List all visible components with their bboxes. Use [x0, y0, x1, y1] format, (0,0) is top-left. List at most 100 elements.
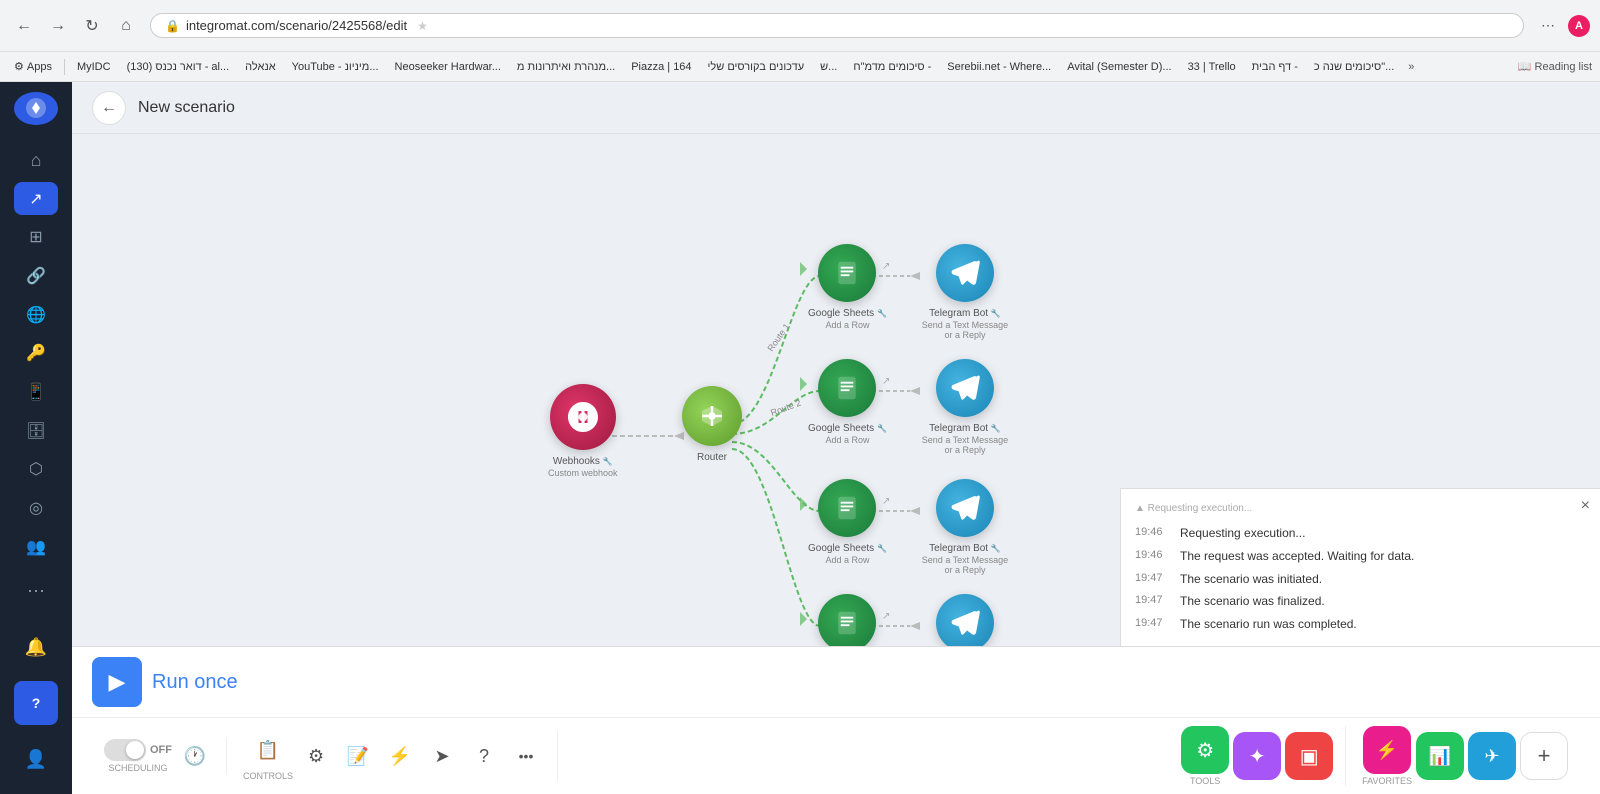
more-icon: ⋯	[27, 581, 45, 602]
bookmark-sh[interactable]: ש...	[814, 59, 843, 75]
bookmark-myidc[interactable]: MyIDC	[71, 59, 117, 75]
settings-btn[interactable]: ⚙	[297, 737, 335, 775]
bookmark-piazza[interactable]: Piazza | 164	[625, 59, 697, 75]
browser-nav[interactable]: ← → ↻ ⌂	[10, 12, 140, 40]
sidebar-item-devices[interactable]: 📱	[14, 376, 58, 409]
bookmark-tunnels[interactable]: מנהרת ואיתרונות מ...	[511, 59, 621, 75]
canvas-area[interactable]: Route 1 Route 2 ↗ ↗	[72, 134, 1600, 646]
more-btn[interactable]: •••	[507, 737, 545, 775]
tools-btn[interactable]: ⚙	[1181, 726, 1229, 774]
red-fav-btn[interactable]: ▣	[1285, 732, 1333, 780]
address-bar[interactable]: 🔒 integromat.com/scenario/2425568/edit ★	[150, 13, 1524, 38]
log-time: 19:47	[1135, 616, 1170, 633]
sheets-fav-btn[interactable]: 📊	[1416, 732, 1464, 780]
bookmark-updates[interactable]: עדכונים בקורסים שלי	[702, 59, 811, 75]
settings-wrap: ⚙	[297, 737, 335, 775]
nav-forward-btn[interactable]: →	[44, 12, 72, 40]
sidebar-item-more[interactable]: ⋯	[14, 569, 58, 613]
apps-icon: ⊞	[29, 227, 42, 247]
sheets-node-2[interactable]: Google Sheets 🔧 Add a Row	[808, 359, 887, 445]
sidebar-item-connections[interactable]: 🔗	[14, 260, 58, 293]
sheets-node-1[interactable]: Google Sheets 🔧 Add a Row	[808, 244, 887, 330]
play-button[interactable]: ▶	[92, 657, 142, 707]
telegram-node-3[interactable]: Telegram Bot 🔧 Send a Text Message or a …	[920, 479, 1010, 575]
sidebar-item-apps[interactable]: ⊞	[14, 221, 58, 254]
sidebar-item-keys[interactable]: 🔑	[14, 337, 58, 370]
bookmark-avital[interactable]: Avital (Semester D)...	[1061, 59, 1177, 75]
run-once-label: Run once	[152, 671, 238, 694]
sidebar-item-team[interactable]: 👥	[14, 530, 58, 563]
bookmark-gmail[interactable]: דואר נכנס (130) - al...	[121, 59, 236, 75]
sidebar-item-scenarios[interactable]: ↗	[14, 182, 58, 215]
bookmark-serebii[interactable]: Serebii.net - Where...	[941, 59, 1057, 75]
sheets-icon-4	[832, 608, 862, 638]
bookmarks-more[interactable]: »	[1404, 59, 1418, 75]
sidebar-item-notifications[interactable]: 🔔	[14, 625, 58, 669]
reading-list[interactable]: 📖 Reading list	[1518, 60, 1592, 73]
help-toolbar-btn[interactable]: ?	[465, 737, 503, 775]
log-entry: 19:46The request was accepted. Waiting f…	[1135, 545, 1586, 568]
sidebar-item-flow[interactable]: ◎	[14, 492, 58, 525]
puzzle-fav-btn[interactable]: ✦	[1233, 732, 1281, 780]
bookmark-summaries2[interactable]: סיכומים שנה כ"...	[1308, 59, 1400, 75]
nav-back-btn[interactable]: ←	[10, 12, 38, 40]
bookmark-apps[interactable]: ⚙ Apps	[8, 58, 58, 75]
profile-avatar[interactable]: A	[1568, 15, 1590, 37]
extensions-btn[interactable]: ⋯	[1534, 12, 1562, 40]
toggle-track[interactable]	[104, 739, 146, 761]
sidebar-item-datastore[interactable]: 🗄	[14, 414, 58, 447]
log-close-button[interactable]: ×	[1581, 497, 1590, 515]
clock-button[interactable]: 🕐	[176, 737, 214, 775]
flow-icon: ◎	[29, 498, 43, 518]
controls-btn[interactable]: 📋	[249, 731, 287, 769]
router-node[interactable]: Router	[682, 386, 742, 464]
log-text: Requesting execution...	[1180, 525, 1305, 542]
webhooks-fav-btn[interactable]: ⚡	[1363, 726, 1411, 774]
bookmark-summaries1[interactable]: סיכומים מדמ"ח -	[847, 59, 937, 75]
sheets-node-3[interactable]: Google Sheets 🔧 Add a Row	[808, 479, 887, 565]
sheets-sublabel-1: Add a Row	[825, 320, 869, 330]
log-scroll-indicator: ▲ Requesting execution...	[1135, 503, 1252, 514]
bookmark-youtube[interactable]: YouTube - מיניונ...	[286, 59, 385, 75]
log-text: The request was accepted. Waiting for da…	[1180, 548, 1414, 565]
telegram-label-2: Telegram Bot 🔧	[929, 422, 1001, 435]
back-button[interactable]: ←	[92, 91, 126, 125]
controls-label: CONTROLS	[243, 771, 293, 781]
logo-button[interactable]	[14, 92, 58, 125]
sidebar-item-home[interactable]: ⌂	[14, 144, 58, 177]
sheets-sublabel-3: Add a Row	[825, 555, 869, 565]
favorites-label: FAVORITES	[1362, 776, 1412, 786]
run-once-button[interactable]: ▶ Run once	[92, 657, 238, 707]
sidebar-item-profile[interactable]: 👤	[14, 737, 58, 781]
telegram-node-2[interactable]: Telegram Bot 🔧 Send a Text Message or a …	[920, 359, 1010, 455]
bookmark-trello[interactable]: 33 | Trello	[1182, 59, 1242, 75]
sidebar-item-help[interactable]: ?	[14, 681, 58, 725]
bell-icon: 🔔	[25, 637, 47, 658]
sidebar-item-webhooks-nav[interactable]: 🌐	[14, 298, 58, 331]
webhooks-fav-wrap: ⚡ FAVORITES	[1362, 726, 1412, 786]
sheets-node-4[interactable]: Google Sheets 🔧 Add a Row	[808, 594, 887, 646]
add-fav-btn[interactable]: +	[1520, 732, 1568, 780]
flow-btn[interactable]: ➤	[423, 737, 461, 775]
bookmark-neoseeker[interactable]: Neoseeker Hardwar...	[389, 59, 507, 75]
3d-icon: ⬡	[29, 459, 43, 479]
note-btn[interactable]: 📝	[339, 737, 377, 775]
telegram-node-4[interactable]: Telegram Bot 🔧 Send a Text Message or a …	[920, 594, 1010, 646]
webhooks-node[interactable]: Webhooks 🔧 Custom webhook	[548, 384, 618, 478]
flow-wrap: ➤	[423, 737, 461, 775]
bookmark-homepage[interactable]: דף הבית -	[1246, 59, 1304, 75]
play-icon: ▶	[109, 669, 126, 695]
scheduling-label: SCHEDULING	[108, 763, 167, 773]
telegram-node-1[interactable]: Telegram Bot 🔧 Send a Text Message or a …	[920, 244, 1010, 340]
log-entry: 19:47The scenario was finalized.	[1135, 590, 1586, 613]
sidebar-item-3d[interactable]: ⬡	[14, 453, 58, 486]
bookmark-analah[interactable]: אנאלה	[239, 59, 281, 75]
sheets-fav-wrap: 📊	[1416, 732, 1464, 780]
nav-refresh-btn[interactable]: ↻	[78, 12, 106, 40]
nav-home-btn[interactable]: ⌂	[112, 12, 140, 40]
favorites-section: ⚡ FAVORITES 📊 ✈ +	[1350, 726, 1580, 786]
tools-label: TOOLS	[1190, 776, 1220, 786]
scheduling-toggle[interactable]: OFF	[104, 739, 172, 761]
telegram-fav-btn[interactable]: ✈	[1468, 732, 1516, 780]
align-btn[interactable]: ⚡	[381, 737, 419, 775]
